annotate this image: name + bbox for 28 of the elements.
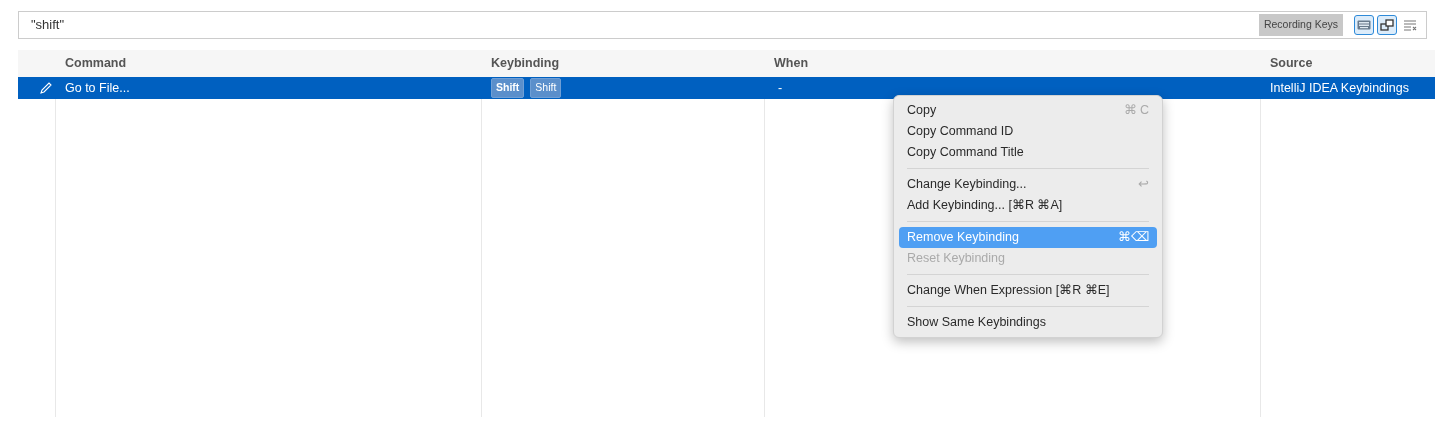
- search-input[interactable]: "shift": [29, 14, 1259, 36]
- key-label: Shift: [491, 78, 525, 98]
- menu-item[interactable]: Copy ⌘ C: [899, 100, 1157, 121]
- menu-item[interactable]: Change Keybinding... ↩: [899, 174, 1157, 195]
- edit-icon[interactable]: [39, 81, 52, 95]
- column-header[interactable]: Source: [1270, 54, 1313, 73]
- toggle-button[interactable]: [1377, 15, 1397, 35]
- shortcut-label: ⌘ C: [1123, 102, 1149, 120]
- table-cell: Go to File...: [56, 77, 482, 99]
- shortcut-label: ↩: [1138, 176, 1149, 194]
- menu-item[interactable]: Change When Expression [⌘R ⌘E]: [899, 280, 1157, 301]
- shortcut-label: ⌘⌫: [1118, 229, 1149, 247]
- key-label: Shift: [530, 78, 562, 98]
- menu-item[interactable]: Copy Command Title: [899, 142, 1157, 163]
- table-cell: -: [765, 77, 1261, 99]
- clear-filter-icon: [1402, 19, 1418, 31]
- table-cell: IntelliJ IDEA Keybindings: [1261, 77, 1435, 99]
- menu-item[interactable]: Add Keybinding... [⌘R ⌘A]: [899, 195, 1157, 216]
- column-header[interactable]: Keybinding: [491, 54, 560, 73]
- recording-keys-badge: Recording Keys: [1258, 14, 1343, 36]
- column-header[interactable]: Command: [65, 54, 127, 73]
- menu-item[interactable]: Show Same Keybindings: [899, 312, 1157, 333]
- search-field[interactable]: "shift" Recording Keys: [18, 11, 1427, 39]
- column-header[interactable]: When: [774, 54, 809, 73]
- keyboard-icon: [1357, 20, 1371, 30]
- windows-icon: [1380, 18, 1394, 32]
- menu-item[interactable]: Copy Command ID: [899, 121, 1157, 142]
- toggle-button[interactable]: [1354, 15, 1374, 35]
